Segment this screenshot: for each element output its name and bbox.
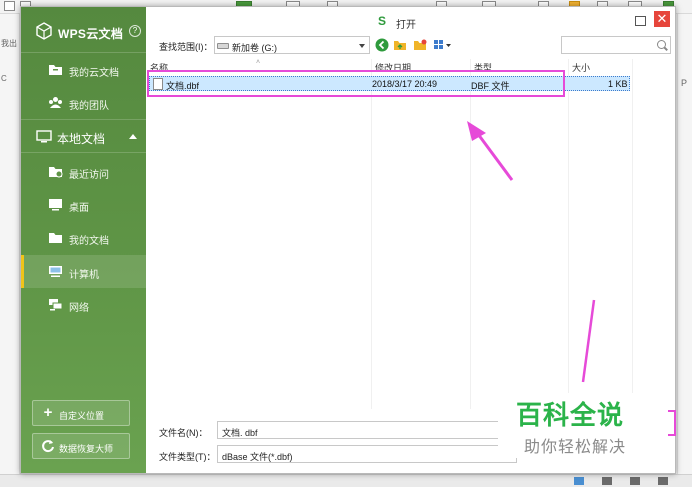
sidebar: WPS云文档 ? 我的云文档 我的团队 本地文档 最近访问 桌面 我的文档 计算… (21, 7, 146, 473)
filetype-select[interactable]: dBase 文件(*.dbf) (217, 445, 517, 463)
normal-view-icon[interactable] (574, 477, 584, 485)
sidebar-item-label: 我的云文档 (69, 68, 119, 79)
sidebar-item-label: 桌面 (69, 203, 89, 214)
filename-label: 文件名(N)： (159, 428, 208, 438)
filetype-value: dBase 文件(*.dbf) (222, 452, 293, 462)
watermark-sub-text: 助你轻松解决 (524, 437, 627, 456)
section-label: 本地文档 (57, 132, 106, 146)
page-layout-icon[interactable] (602, 477, 612, 485)
file-size: 1 KB (608, 79, 628, 89)
sidebar-item-desktop[interactable]: 桌面 (21, 188, 146, 221)
team-icon (49, 97, 62, 108)
button-label: 数据恢复大师 (59, 444, 114, 454)
sidebar-item-label: 我的团队 (69, 101, 109, 112)
reading-view-icon[interactable] (658, 477, 668, 485)
filename-value: 文档. dbf (222, 428, 258, 438)
location-value: 新加卷 (G:) (232, 43, 277, 53)
search-input[interactable] (561, 36, 671, 54)
file-type: DBF 文件 (471, 81, 510, 91)
column-divider (470, 59, 471, 409)
button-label: 自定义位置 (59, 411, 105, 421)
local-docs-section-header[interactable]: 本地文档 (21, 119, 146, 153)
maximize-button[interactable] (632, 13, 646, 27)
drive-icon (217, 43, 229, 49)
column-header-modified[interactable]: 修改日期 (375, 61, 411, 73)
wps-cloud-logo-icon (36, 22, 52, 40)
sort-ascending-icon: ˄ (256, 59, 261, 66)
row-label: 我出 (1, 39, 17, 48)
file-icon (153, 78, 163, 90)
file-name: 文档.dbf (166, 81, 200, 91)
column-header-size[interactable]: 大小 (572, 61, 590, 73)
sidebar-item-label: 计算机 (69, 270, 99, 281)
file-modified: 2018/3/17 20:49 (372, 79, 438, 89)
dialog-title: 打开 (396, 20, 416, 31)
background-right-edge: P (677, 14, 692, 487)
close-button[interactable]: ✕ (654, 11, 670, 27)
column-label: P (681, 78, 688, 88)
view-menu-icon[interactable] (433, 38, 453, 52)
column-divider (371, 59, 372, 409)
wps-logo-icon: S (378, 14, 387, 28)
monitor-icon (36, 130, 52, 143)
column-header-name[interactable]: 名称 (150, 61, 168, 73)
column-divider (632, 59, 633, 409)
dialog-title-bar: S 打开 ✕ (146, 7, 675, 33)
recovery-icon (42, 440, 54, 453)
sidebar-item-label: 最近访问 (69, 170, 109, 181)
sidebar-item-recent[interactable]: 最近访问 (21, 155, 146, 188)
folder-cloud-icon (49, 65, 62, 75)
watermark: 百科全说 助你轻松解决 (498, 393, 673, 458)
sidebar-item-my-documents[interactable]: 我的文档 (21, 221, 146, 254)
sidebar-item-my-cloud-docs[interactable]: 我的云文档 (21, 53, 146, 86)
filename-field[interactable]: 文档. dbf (217, 421, 517, 439)
collapse-caret-icon[interactable] (129, 134, 137, 139)
sidebar-item-label: 我的文档 (69, 236, 109, 247)
sidebar-item-network[interactable]: 网络 (21, 288, 146, 321)
plus-icon: + (43, 404, 53, 421)
folder-icon (49, 233, 62, 243)
brand-title: WPS云文档 (58, 27, 124, 41)
computer-icon (49, 266, 62, 277)
back-icon[interactable] (375, 38, 389, 52)
up-folder-icon[interactable] (393, 38, 407, 52)
recent-folder-icon (49, 167, 63, 178)
look-in-label: 查找范围(I)： (159, 42, 213, 52)
desktop-icon (49, 199, 62, 211)
watermark-bracket (668, 410, 676, 436)
add-custom-location-button[interactable]: + 自定义位置 (32, 400, 130, 426)
column-divider (568, 59, 569, 409)
column-header-type[interactable]: 类型 (474, 61, 492, 73)
network-icon (49, 299, 63, 311)
column-label: C (1, 74, 7, 83)
background-status-bar (0, 474, 692, 487)
new-folder-icon[interactable] (413, 38, 427, 52)
brand-header: WPS云文档 ? (21, 7, 146, 53)
search-icon[interactable] (657, 40, 666, 49)
filetype-label: 文件类型(T)： (159, 452, 216, 462)
table-row[interactable]: 文档.dbf 2018/3/17 20:49 DBF 文件 1 KB (149, 76, 630, 91)
file-list: 名称 ˄ 修改日期 类型 大小 文档.dbf 2018/3/17 20:49 D… (146, 59, 675, 409)
ribbon-icon (4, 1, 15, 11)
chevron-down-icon (359, 44, 365, 48)
sidebar-item-my-team[interactable]: 我的团队 (21, 86, 146, 119)
data-recovery-button[interactable]: 数据恢复大师 (32, 433, 130, 459)
page-break-icon[interactable] (630, 477, 640, 485)
watermark-main-text: 百科全说 (516, 401, 625, 431)
sidebar-item-label: 网络 (69, 303, 89, 314)
location-toolbar: 查找范围(I)： 新加卷 (G:) (146, 35, 675, 55)
background-row-headers: 我出 C (0, 14, 20, 487)
sidebar-item-computer[interactable]: 计算机 (21, 255, 146, 288)
help-icon[interactable]: ? (129, 25, 141, 37)
location-dropdown[interactable]: 新加卷 (G:) (214, 36, 370, 54)
